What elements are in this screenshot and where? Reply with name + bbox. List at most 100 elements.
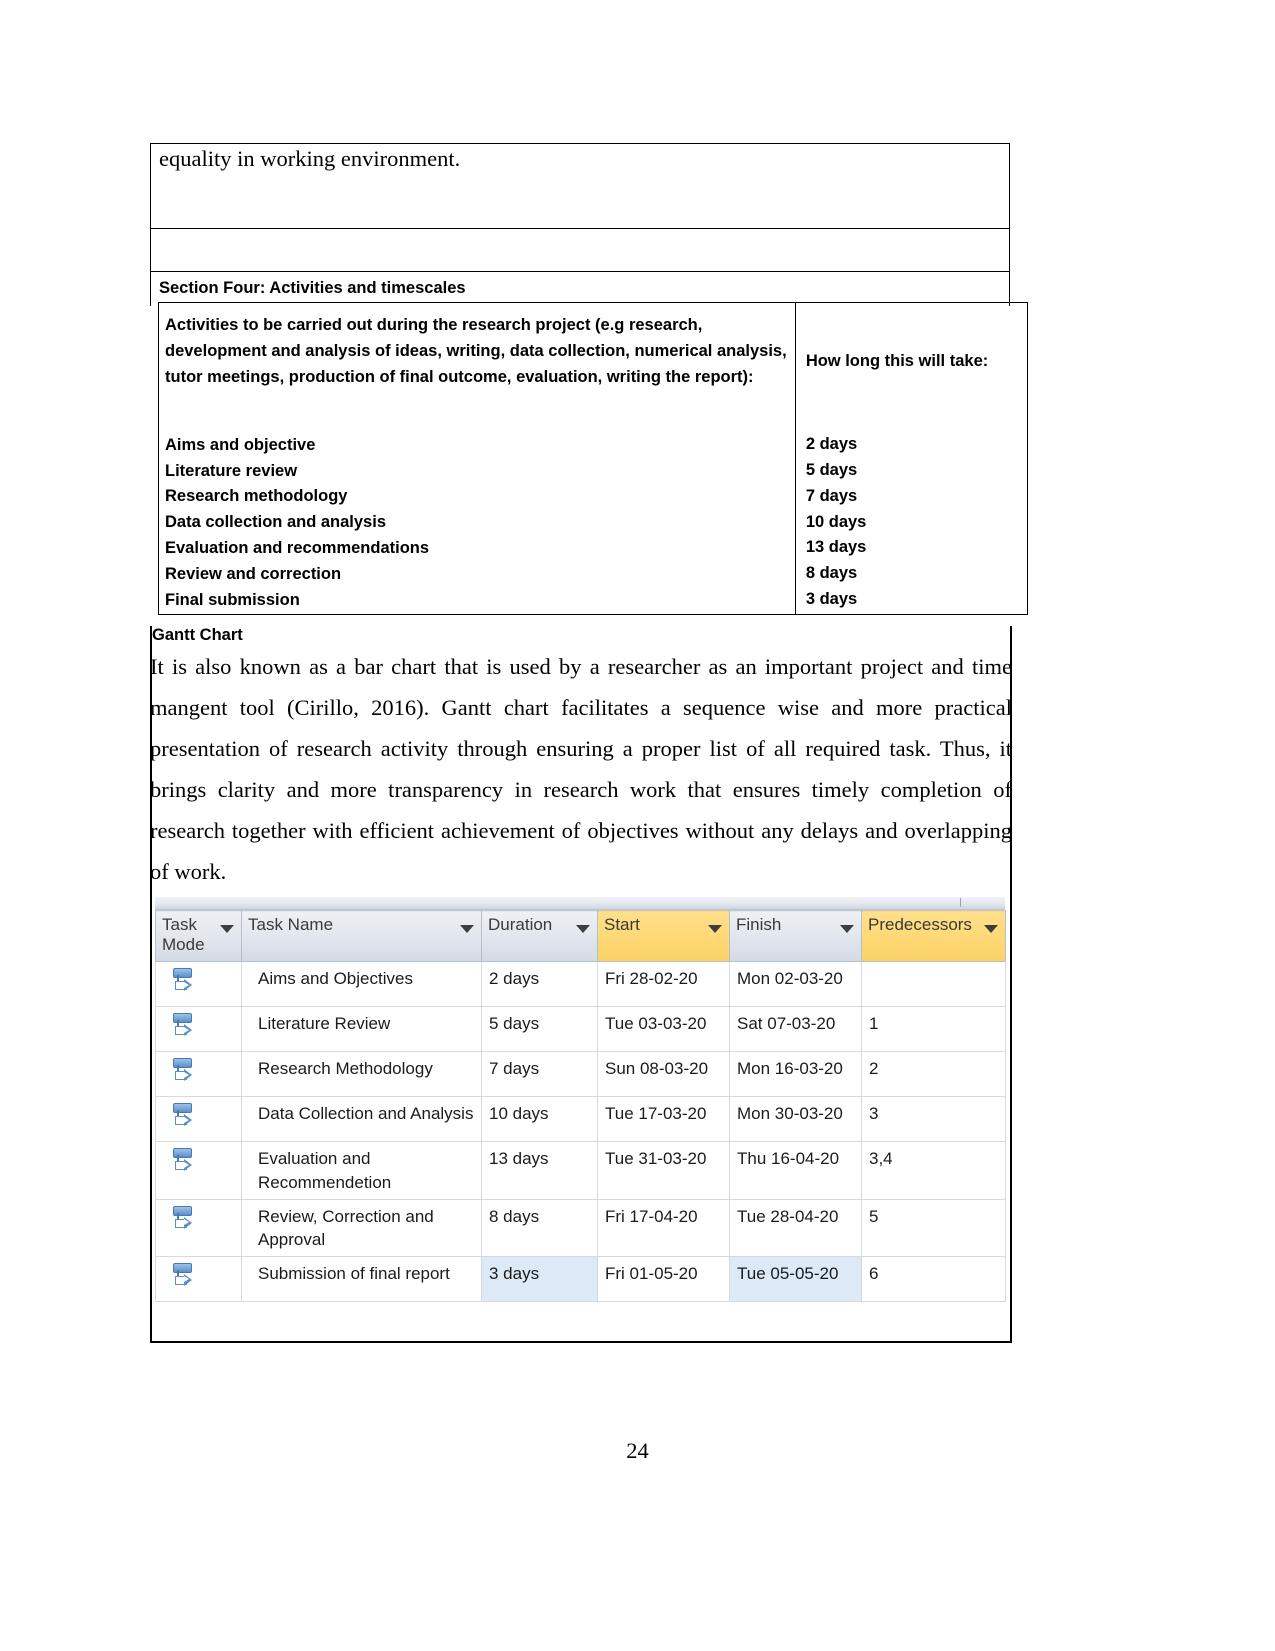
- start-cell[interactable]: Tue 17-03-20: [597, 1096, 730, 1143]
- section-four-cell: Section Four: Activities and timescales: [150, 271, 1010, 306]
- task-name-cell[interactable]: Research Methodology: [241, 1051, 482, 1098]
- chevron-down-icon[interactable]: [576, 925, 590, 933]
- duration-header-cell: How long this will take: 2 days 5 days 7…: [794, 302, 1029, 615]
- task-name-cell[interactable]: Evaluation and Recommendetion: [241, 1141, 482, 1200]
- empty-cell: [150, 228, 1010, 272]
- chevron-down-icon[interactable]: [460, 925, 474, 933]
- activity-duration-2: 7 days: [805, 486, 858, 505]
- predecessors-cell[interactable]: [861, 960, 1006, 1008]
- gantt-paragraph: It is also known as a bar chart that is …: [150, 654, 1012, 884]
- task-mode-cell[interactable]: [155, 1141, 242, 1200]
- predecessors-cell[interactable]: 3: [861, 1096, 1006, 1143]
- manually-scheduled-icon: [170, 967, 196, 995]
- duration-cell[interactable]: 5 days: [481, 1006, 598, 1053]
- start-cell[interactable]: Sun 08-03-20: [597, 1051, 730, 1098]
- activities-table: Activities to be carried out during the …: [158, 302, 1029, 615]
- start-cell[interactable]: Fri 28-02-20: [597, 960, 730, 1008]
- predecessors-cell[interactable]: 1: [861, 1006, 1006, 1053]
- table-row[interactable]: Evaluation and Recommendetion 13 days Tu…: [155, 1141, 1006, 1200]
- finish-cell[interactable]: Thu 16-04-20: [729, 1141, 862, 1200]
- table-row[interactable]: Aims and Objectives 2 days Fri 28-02-20 …: [155, 960, 1006, 1008]
- finish-cell[interactable]: Mon 16-03-20: [729, 1051, 862, 1098]
- intro-text-cell: equality in working environment.: [150, 143, 1010, 229]
- manually-scheduled-icon: [170, 1102, 196, 1130]
- section-four-label: Section Four: Activities and timescales: [159, 279, 466, 297]
- column-header-label: Predecessors: [868, 915, 972, 934]
- page-number: 24: [626, 1438, 649, 1463]
- start-cell[interactable]: Tue 31-03-20: [597, 1141, 730, 1200]
- duration-spacer: [806, 375, 1019, 432]
- predecessors-cell[interactable]: 3,4: [861, 1141, 1006, 1200]
- start-cell[interactable]: Fri 01-05-20: [597, 1255, 730, 1302]
- table-row[interactable]: Review, Correction and Approval 8 days F…: [155, 1198, 1006, 1257]
- column-header-duration[interactable]: Duration: [481, 910, 598, 962]
- table-row: Activities to be carried out during the …: [158, 302, 1029, 615]
- activity-name-5: Review and correction: [165, 565, 342, 584]
- chevron-down-icon[interactable]: [984, 925, 998, 933]
- task-name-cell[interactable]: Submission of final report: [241, 1255, 482, 1302]
- duration-cell[interactable]: 3 days: [481, 1255, 598, 1302]
- duration-spacer-top: [806, 313, 1019, 349]
- duration-cell[interactable]: 10 days: [481, 1096, 598, 1143]
- task-mode-cell[interactable]: [155, 1006, 242, 1053]
- table-bottom-border: [150, 1341, 1012, 1343]
- manually-scheduled-icon: [170, 1057, 196, 1085]
- finish-cell[interactable]: Tue 28-04-20: [729, 1198, 862, 1257]
- task-mode-cell[interactable]: [155, 1051, 242, 1098]
- duration-cell[interactable]: 8 days: [481, 1198, 598, 1257]
- timeline-tick: [960, 898, 961, 907]
- column-header-label: Task Name: [248, 915, 334, 934]
- duration-cell[interactable]: 13 days: [481, 1141, 598, 1200]
- finish-cell[interactable]: Mon 30-03-20: [729, 1096, 862, 1143]
- column-header-task-mode[interactable]: Task Mode: [155, 910, 242, 962]
- activity-name-4: Evaluation and recommendations: [165, 539, 430, 558]
- grid-header-row: Task Mode Task Name Duration Start Finis…: [155, 910, 1006, 962]
- column-header-label: Finish: [736, 915, 782, 934]
- column-header-label: Task Mode: [162, 915, 205, 954]
- column-header-task-name[interactable]: Task Name: [241, 910, 482, 962]
- task-name-cell[interactable]: Literature Review: [241, 1006, 482, 1053]
- finish-cell[interactable]: Sat 07-03-20: [729, 1006, 862, 1053]
- column-header-predecessors[interactable]: Predecessors: [861, 910, 1006, 962]
- task-mode-cell[interactable]: [155, 1255, 242, 1302]
- duration-cell[interactable]: 7 days: [481, 1051, 598, 1098]
- table-row[interactable]: Data Collection and Analysis 10 days Tue…: [155, 1096, 1006, 1143]
- task-mode-cell[interactable]: [155, 1096, 242, 1143]
- activity-duration-3: 10 days: [805, 512, 867, 531]
- activity-name-2: Research methodology: [165, 487, 348, 506]
- finish-cell[interactable]: Mon 02-03-20: [729, 960, 862, 1008]
- chevron-down-icon[interactable]: [220, 925, 234, 933]
- chevron-down-icon[interactable]: [840, 925, 854, 933]
- start-cell[interactable]: Fri 17-04-20: [597, 1198, 730, 1257]
- header-spacer: [165, 391, 787, 433]
- predecessors-cell[interactable]: 2: [861, 1051, 1006, 1098]
- manually-scheduled-icon: [170, 1147, 196, 1175]
- chevron-down-icon[interactable]: [708, 925, 722, 933]
- column-header-start[interactable]: Start: [597, 910, 730, 962]
- task-name-cell[interactable]: Aims and Objectives: [241, 960, 482, 1008]
- task-mode-cell[interactable]: [155, 960, 242, 1008]
- table-row[interactable]: Submission of final report 3 days Fri 01…: [155, 1255, 1006, 1302]
- table-row: equality in working environment.: [150, 143, 1010, 229]
- ms-project-screenshot: Task Mode Task Name Duration Start Finis…: [155, 897, 1006, 1302]
- column-header-label: Start: [604, 915, 640, 934]
- activity-duration-4: 13 days: [805, 538, 867, 557]
- intro-table: equality in working environment. Section…: [150, 143, 1010, 306]
- table-row[interactable]: Literature Review 5 days Tue 03-03-20 Sa…: [155, 1006, 1006, 1053]
- task-name-cell[interactable]: Review, Correction and Approval: [241, 1198, 482, 1257]
- manually-scheduled-icon: [170, 1205, 196, 1233]
- task-mode-cell[interactable]: [155, 1198, 242, 1257]
- predecessors-cell[interactable]: 6: [861, 1255, 1006, 1302]
- document-page: equality in working environment. Section…: [0, 0, 1275, 1651]
- finish-cell[interactable]: Tue 05-05-20: [729, 1255, 862, 1302]
- table-row[interactable]: Research Methodology 7 days Sun 08-03-20…: [155, 1051, 1006, 1098]
- start-cell[interactable]: Tue 03-03-20: [597, 1006, 730, 1053]
- column-header-finish[interactable]: Finish: [729, 910, 862, 962]
- manually-scheduled-icon: [170, 1262, 196, 1290]
- predecessors-cell[interactable]: 5: [861, 1198, 1006, 1257]
- duration-header-text: How long this will take:: [805, 352, 989, 370]
- duration-cell[interactable]: 2 days: [481, 960, 598, 1008]
- activity-duration-6: 3 days: [805, 590, 858, 609]
- gantt-task-grid: Task Mode Task Name Duration Start Finis…: [155, 910, 1006, 1302]
- task-name-cell[interactable]: Data Collection and Analysis: [241, 1096, 482, 1143]
